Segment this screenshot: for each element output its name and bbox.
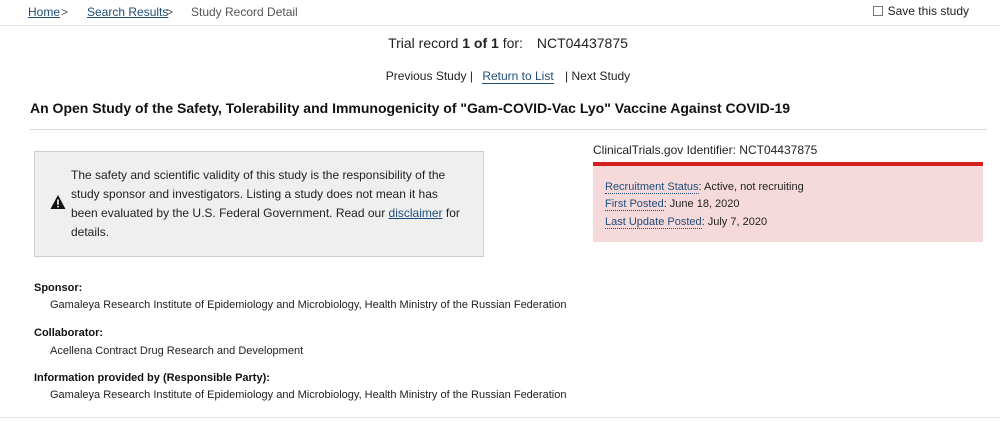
- sponsor-value: Gamaleya Research Institute of Epidemiol…: [50, 299, 567, 311]
- save-study-checkbox[interactable]: Save this study: [872, 4, 969, 18]
- record-prefix: Trial record: [388, 35, 459, 51]
- record-for-label: for:: [502, 35, 523, 51]
- first-posted-label[interactable]: First Posted: [605, 198, 664, 211]
- disclaimer-box: The safety and scientific validity of th…: [34, 151, 484, 257]
- identifier-label: ClinicalTrials.gov Identifier:: [593, 143, 736, 157]
- breadcrumb-separator: >: [61, 5, 69, 19]
- last-update-row: Last Update Posted: July 7, 2020: [605, 216, 768, 229]
- status-box: Recruitment Status: Active, not recruiti…: [593, 166, 983, 242]
- warning-icon: [50, 195, 66, 209]
- first-posted-value: : June 18, 2020: [663, 198, 740, 210]
- recruitment-status-label[interactable]: Recruitment Status: [605, 181, 699, 194]
- checkbox-icon[interactable]: [872, 6, 883, 16]
- breadcrumb-home-link[interactable]: Home: [28, 5, 60, 19]
- return-to-list-link[interactable]: Return to List: [482, 69, 554, 84]
- last-update-label[interactable]: Last Update Posted: [605, 216, 702, 229]
- disclaimer-link[interactable]: disclaimer: [389, 206, 443, 220]
- top-bar: Home > Search Results > Study Record Det…: [0, 0, 1000, 26]
- disclaimer-text: The safety and scientific validity of th…: [71, 166, 466, 242]
- clinicaltrials-identifier: ClinicalTrials.gov Identifier: NCT044378…: [593, 143, 817, 157]
- bottom-divider: [0, 417, 1000, 418]
- sponsor-label: Sponsor:: [34, 282, 83, 294]
- record-position: 1 of 1: [462, 35, 499, 51]
- collaborator-value: Acellena Contract Drug Research and Deve…: [50, 345, 304, 357]
- info-provided-label: Information provided by (Responsible Par…: [34, 372, 270, 384]
- trial-record-line: Trial record 1 of 1 for: NCT04437875: [0, 35, 1000, 51]
- breadcrumb-separator: >: [166, 5, 174, 19]
- study-navigation: Previous Study | Return to List | Next S…: [0, 69, 1000, 84]
- collaborator-label: Collaborator:: [34, 327, 104, 339]
- next-study-link[interactable]: | Next Study: [565, 69, 630, 83]
- previous-study-link[interactable]: Previous Study |: [386, 69, 473, 83]
- recruitment-status-value: : Active, not recruiting: [698, 181, 804, 193]
- save-study-label[interactable]: Save this study: [888, 4, 969, 18]
- study-title: An Open Study of the Safety, Tolerabilit…: [30, 100, 791, 116]
- title-divider: [30, 129, 987, 130]
- breadcrumb-search-results-link[interactable]: Search Results: [87, 5, 168, 19]
- breadcrumb-current: Study Record Detail: [191, 5, 298, 19]
- record-nct-id: NCT04437875: [536, 35, 628, 51]
- last-update-value: : July 7, 2020: [701, 216, 768, 228]
- identifier-value: NCT04437875: [739, 143, 818, 157]
- info-provided-value: Gamaleya Research Institute of Epidemiol…: [50, 389, 567, 401]
- first-posted-row: First Posted: June 18, 2020: [605, 198, 740, 211]
- recruitment-status-row: Recruitment Status: Active, not recruiti…: [605, 181, 804, 194]
